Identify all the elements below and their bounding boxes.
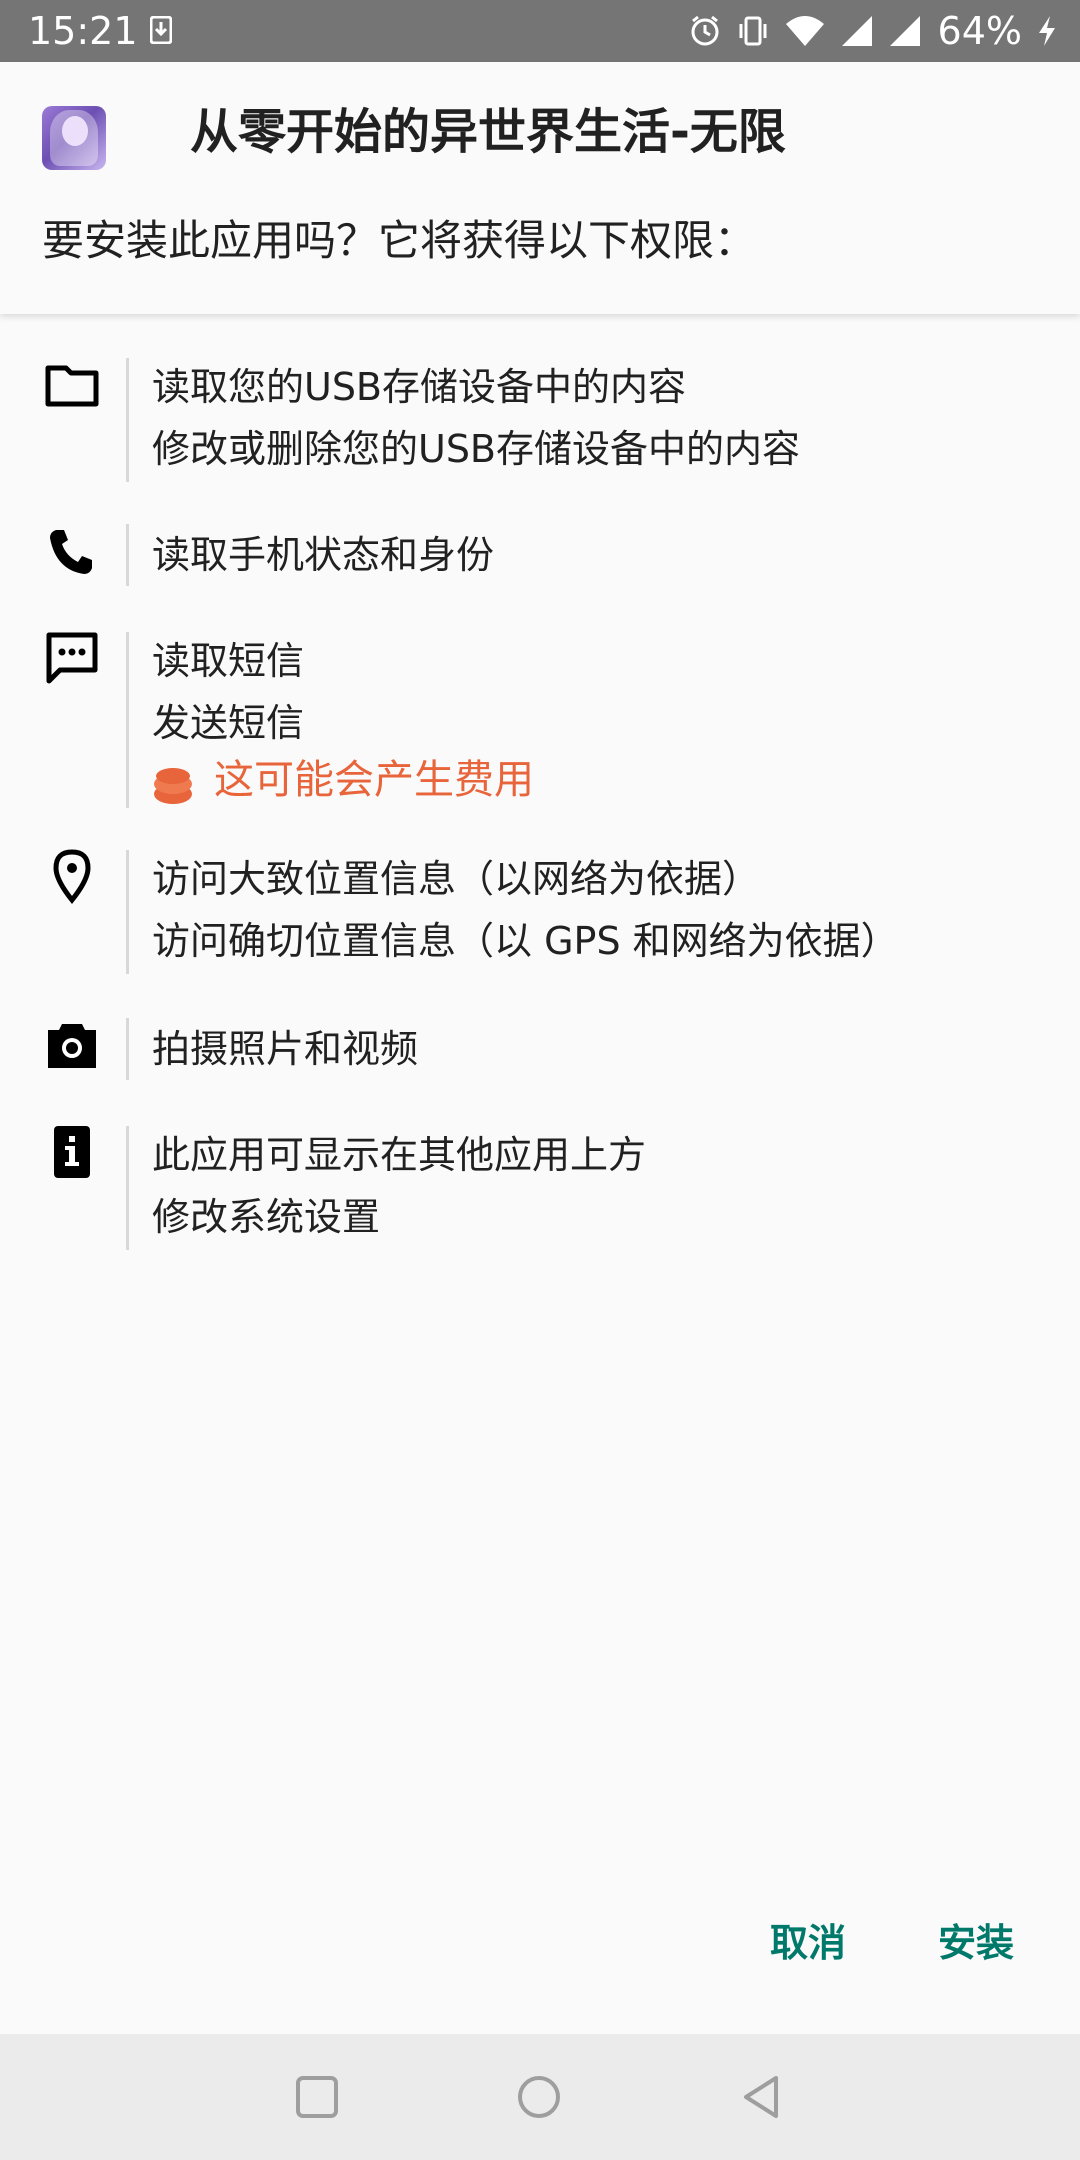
camera-icon <box>48 1024 96 1068</box>
permission-text: 修改或删除您的USB存储设备中的内容 <box>152 427 801 471</box>
cost-warning: 这可能会产生费用 <box>214 757 534 803</box>
location-icon <box>53 849 91 904</box>
battery-level: 64% <box>937 9 1022 53</box>
back-icon[interactable] <box>736 2072 786 2122</box>
app-icon <box>42 106 106 170</box>
permission-divider <box>126 1018 129 1080</box>
permission-divider <box>126 632 129 808</box>
install-button[interactable]: 安装 <box>938 1915 1014 1971</box>
permission-text: 发送短信 <box>152 701 305 745</box>
signal-icon <box>841 16 872 46</box>
status-icons: 64% <box>674 8 1058 54</box>
wifi-icon <box>785 16 824 46</box>
phone-icon <box>50 530 92 574</box>
permission-text: 访问确切位置信息（以 GPS 和网络为依据） <box>152 919 899 963</box>
charging-icon <box>1039 16 1055 46</box>
cancel-button[interactable]: 取消 <box>770 1915 846 1971</box>
signal-icon <box>889 16 920 46</box>
install-header: 从零开始的异世界生活-无限 要安装此应用吗？它将获得以下权限： <box>0 62 1080 314</box>
folder-icon <box>45 365 99 407</box>
recents-icon[interactable] <box>292 2072 342 2122</box>
permission-text: 读取手机状态和身份 <box>152 533 495 577</box>
coins-icon <box>154 768 192 804</box>
navigation-bar <box>0 2034 1080 2160</box>
permission-text: 拍摄照片和视频 <box>152 1027 419 1071</box>
vibrate-icon <box>739 16 767 46</box>
permission-text: 修改系统设置 <box>152 1195 381 1239</box>
home-icon[interactable] <box>514 2072 564 2122</box>
permission-divider <box>126 850 129 974</box>
status-time: 15:21 <box>28 9 138 53</box>
permission-text: 此应用可显示在其他应用上方 <box>152 1133 647 1177</box>
sms-icon <box>46 632 98 684</box>
permission-text: 访问大致位置信息（以网络为依据） <box>152 857 761 901</box>
permission-text: 读取您的USB存储设备中的内容 <box>152 365 687 409</box>
permission-text: 读取短信 <box>152 639 305 683</box>
info-icon <box>54 1126 90 1178</box>
app-name: 从零开始的异世界生活-无限 <box>190 104 786 160</box>
status-bar: 15:21 64% <box>0 0 1080 62</box>
download-icon <box>150 16 172 44</box>
permission-divider <box>126 358 129 482</box>
alarm-icon <box>691 15 719 46</box>
permission-divider <box>126 524 129 586</box>
permission-divider <box>126 1126 129 1250</box>
install-question: 要安装此应用吗？它将获得以下权限： <box>42 216 757 265</box>
